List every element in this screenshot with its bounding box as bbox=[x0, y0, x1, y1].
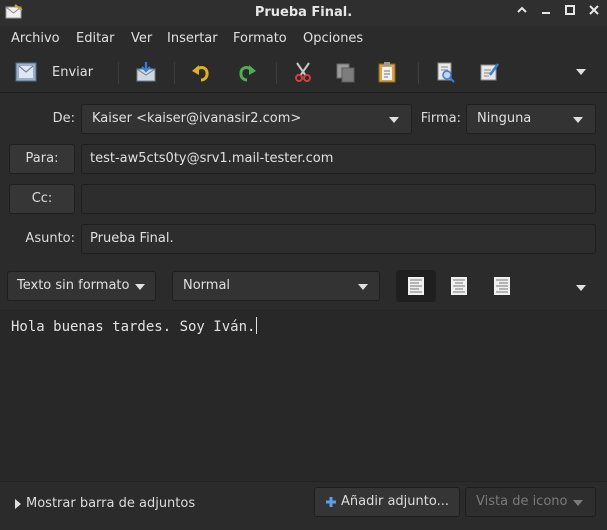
align-right-button[interactable] bbox=[482, 270, 522, 302]
align-center-icon bbox=[451, 277, 467, 295]
address-book-search-icon bbox=[437, 62, 455, 83]
copy-icon bbox=[336, 63, 355, 83]
text-mode-select[interactable]: Texto sin formato bbox=[7, 271, 156, 301]
attachment-view-select[interactable]: Vista de icono bbox=[465, 487, 596, 517]
message-body: Hola buenas tardes. Soy Iván. bbox=[11, 317, 258, 335]
chevron-up-icon bbox=[517, 6, 527, 13]
menu-archivo[interactable]: Archivo bbox=[11, 31, 60, 46]
close-button[interactable] bbox=[586, 4, 602, 20]
maximize-icon bbox=[565, 5, 575, 15]
chevron-down-icon bbox=[573, 117, 583, 123]
message-body-editor[interactable]: Hola buenas tardes. Soy Iván. bbox=[0, 311, 607, 481]
subject-label: Asunto: bbox=[25, 231, 75, 246]
message-body-text: Hola buenas tardes. Soy Iván. bbox=[11, 319, 256, 335]
chevron-down-icon bbox=[135, 284, 145, 290]
redo-icon bbox=[239, 65, 256, 82]
minimize-button[interactable] bbox=[538, 4, 554, 20]
chevron-down-icon bbox=[358, 284, 368, 290]
cut-button[interactable] bbox=[288, 58, 318, 86]
collapse-button[interactable] bbox=[514, 4, 530, 20]
clipboard-icon bbox=[378, 62, 396, 83]
save-button[interactable] bbox=[130, 58, 162, 86]
text-mode-value: Texto sin formato bbox=[17, 278, 130, 293]
menu-formato[interactable]: Formato bbox=[233, 31, 287, 46]
cc-field[interactable] bbox=[81, 184, 596, 214]
undo-icon bbox=[192, 65, 209, 82]
subject-value: Prueba Final. bbox=[90, 231, 174, 246]
signature-value: Ninguna bbox=[477, 111, 532, 126]
paste-button[interactable] bbox=[372, 58, 402, 86]
spellcheck-icon bbox=[480, 63, 500, 81]
toolbar-overflow-button[interactable] bbox=[576, 69, 586, 75]
format-overflow-button[interactable] bbox=[576, 285, 586, 291]
attachments-bar: Mostrar barra de adjuntos Añadir adjunto… bbox=[0, 481, 607, 530]
menu-ver[interactable]: Ver bbox=[131, 31, 152, 46]
chevron-down-icon bbox=[389, 117, 399, 123]
message-header: De: Kaiser <kaiser@ivanasir2.com> Firma:… bbox=[0, 93, 607, 263]
chevron-down-icon bbox=[573, 500, 583, 506]
toolbar-separator bbox=[174, 62, 175, 84]
paragraph-style-value: Normal bbox=[183, 278, 231, 293]
toolbar-separator bbox=[418, 62, 419, 84]
spellcheck-button[interactable] bbox=[474, 58, 504, 86]
minimize-icon bbox=[542, 12, 550, 14]
from-select[interactable]: Kaiser <kaiser@ivanasir2.com> bbox=[81, 104, 412, 134]
toolbar-separator bbox=[118, 62, 119, 84]
to-value: test-aw5cts0ty@srv1.mail-tester.com bbox=[90, 151, 334, 166]
from-value: Kaiser <kaiser@ivanasir2.com> bbox=[92, 111, 302, 126]
align-center-button[interactable] bbox=[439, 270, 479, 302]
subject-field[interactable]: Prueba Final. bbox=[81, 224, 596, 254]
attachments-toggle[interactable]: Mostrar barra de adjuntos bbox=[14, 496, 195, 511]
format-bar: Texto sin formato Normal bbox=[0, 264, 607, 311]
align-right-icon bbox=[494, 277, 510, 295]
menu-insertar[interactable]: Insertar bbox=[167, 31, 218, 46]
chevron-right-icon bbox=[15, 498, 21, 509]
toolbar: Enviar bbox=[0, 52, 607, 93]
save-envelope-icon bbox=[136, 62, 156, 82]
add-attachment-label: Añadir adjunto... bbox=[341, 494, 449, 509]
menu-opciones[interactable]: Opciones bbox=[303, 31, 363, 46]
plus-icon bbox=[326, 497, 337, 507]
menu-bar: Archivo Editar Ver Insertar Formato Opci… bbox=[0, 27, 607, 51]
from-label: De: bbox=[52, 111, 75, 126]
attachment-view-value: Vista de icono bbox=[476, 494, 568, 509]
attachments-toggle-label: Mostrar barra de adjuntos bbox=[26, 496, 196, 511]
to-button[interactable]: Para: bbox=[9, 144, 75, 174]
copy-button[interactable] bbox=[330, 58, 360, 86]
align-left-button[interactable] bbox=[396, 270, 436, 302]
maximize-button[interactable] bbox=[562, 4, 578, 20]
scissors-icon bbox=[295, 62, 311, 82]
check-names-button[interactable] bbox=[430, 58, 460, 86]
toolbar-separator bbox=[276, 62, 277, 84]
send-icon bbox=[15, 62, 37, 82]
menu-editar[interactable]: Editar bbox=[76, 31, 115, 46]
signature-select[interactable]: Ninguna bbox=[466, 104, 596, 134]
align-left-icon bbox=[408, 277, 424, 295]
add-attachment-button[interactable]: Añadir adjunto... bbox=[314, 487, 460, 517]
send-button[interactable]: Enviar bbox=[14, 58, 104, 86]
signature-label: Firma: bbox=[420, 111, 461, 126]
text-cursor bbox=[256, 317, 258, 334]
close-icon bbox=[589, 5, 599, 15]
undo-button[interactable] bbox=[186, 58, 216, 86]
paragraph-style-select[interactable]: Normal bbox=[172, 271, 380, 301]
cc-button[interactable]: Cc: bbox=[9, 184, 75, 214]
title-bar: Prueba Final. bbox=[0, 0, 607, 26]
send-label: Enviar bbox=[52, 64, 94, 80]
to-field[interactable]: test-aw5cts0ty@srv1.mail-tester.com bbox=[81, 144, 596, 174]
redo-button[interactable] bbox=[232, 58, 262, 86]
